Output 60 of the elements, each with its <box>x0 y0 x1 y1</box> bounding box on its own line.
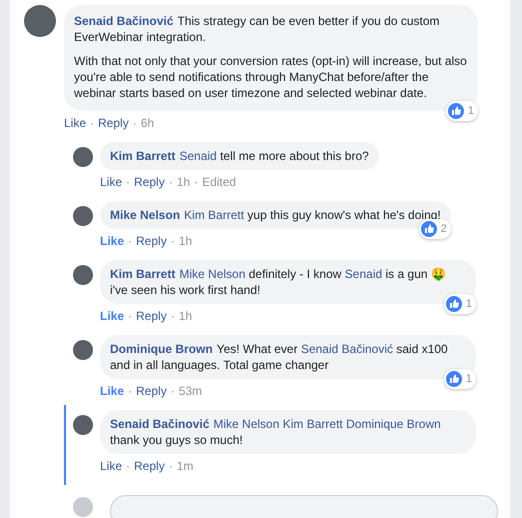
separator-dot: · <box>168 174 173 190</box>
reply-link[interactable]: Reply <box>136 383 167 399</box>
separator-dot: · <box>194 174 198 190</box>
mention-link[interactable]: Dominique Brown <box>346 417 441 431</box>
like-link[interactable]: Like <box>100 383 124 399</box>
reply-link[interactable]: Reply <box>136 233 167 249</box>
reply-link[interactable]: Reply <box>136 308 167 324</box>
comment-time: 1h <box>176 174 190 190</box>
thumbs-up-icon <box>446 296 462 312</box>
reaction-count: 1 <box>466 297 472 312</box>
separator-dot: · <box>170 233 175 249</box>
like-link[interactable]: Like <box>100 233 124 249</box>
reaction-count: 1 <box>466 372 472 387</box>
comment-time: 1m <box>176 458 194 474</box>
separator-dot: · <box>170 383 175 399</box>
mention-link[interactable]: Mike Nelson <box>179 267 246 281</box>
comment-text: With that not only that your conversion rates (opt-in) will increase, but also you're able to send notifications through ManyChat before/after the webinar starts based on user timezone and selected webinar date. <box>74 53 468 101</box>
avatar <box>73 497 93 517</box>
reply-link[interactable]: Reply <box>134 458 165 474</box>
thumbs-up-icon <box>420 221 437 237</box>
thumbs-up-icon <box>448 103 464 119</box>
avatar[interactable] <box>73 147 93 167</box>
reaction-count: 1 <box>468 104 474 119</box>
mention-link[interactable]: Senaid Bačinović <box>300 342 394 356</box>
separator-dot: · <box>128 308 132 324</box>
comment-text: Senaid Bačinović Mike Nelson Kim Barrett Dominique Brown thank you guys so much! <box>110 416 442 448</box>
avatar[interactable] <box>73 340 93 360</box>
thumbs-up-icon <box>446 371 462 387</box>
comment-time: 1h <box>178 308 192 324</box>
comment-text: Kim Barrett Senaid tell me more about this bro? <box>110 148 369 164</box>
separator-dot: · <box>90 115 94 131</box>
comment-time: 1h <box>178 233 192 249</box>
separator-dot: · <box>168 458 173 474</box>
separator-dot: · <box>128 383 132 399</box>
like-link[interactable]: Like <box>100 458 122 474</box>
mention-link[interactable]: Senaid <box>179 149 217 163</box>
like-link[interactable]: Like <box>64 115 86 131</box>
reply-link[interactable]: Reply <box>134 174 165 190</box>
mention-link[interactable]: Kim Barrett <box>184 208 244 222</box>
separator-dot: · <box>128 233 132 249</box>
mention-link[interactable]: Kim Barrett <box>282 417 343 431</box>
avatar[interactable] <box>73 206 93 226</box>
reply-link[interactable]: Reply <box>98 115 129 131</box>
like-link[interactable]: Like <box>100 174 122 190</box>
edited-label: Edited <box>202 174 236 190</box>
avatar[interactable] <box>24 5 56 37</box>
comment-time: 6h <box>140 115 154 131</box>
comment-time: 53m <box>178 383 202 399</box>
like-link[interactable]: Like <box>100 308 124 324</box>
avatar[interactable] <box>73 415 93 435</box>
separator-dot: · <box>170 308 175 324</box>
mention-link[interactable]: Mike Nelson <box>213 417 280 431</box>
avatar[interactable] <box>73 265 93 285</box>
comment-input-field[interactable] <box>110 495 498 518</box>
mention-link[interactable]: Senaid <box>344 267 382 281</box>
separator-dot: · <box>132 115 137 131</box>
reaction-count: 2 <box>440 222 447 237</box>
separator-dot: · <box>126 458 130 474</box>
separator-dot: · <box>126 174 130 190</box>
comment-text: Senaid Bačinović This strategy can be even better if you do custom EverWebinar integration. <box>74 13 441 45</box>
